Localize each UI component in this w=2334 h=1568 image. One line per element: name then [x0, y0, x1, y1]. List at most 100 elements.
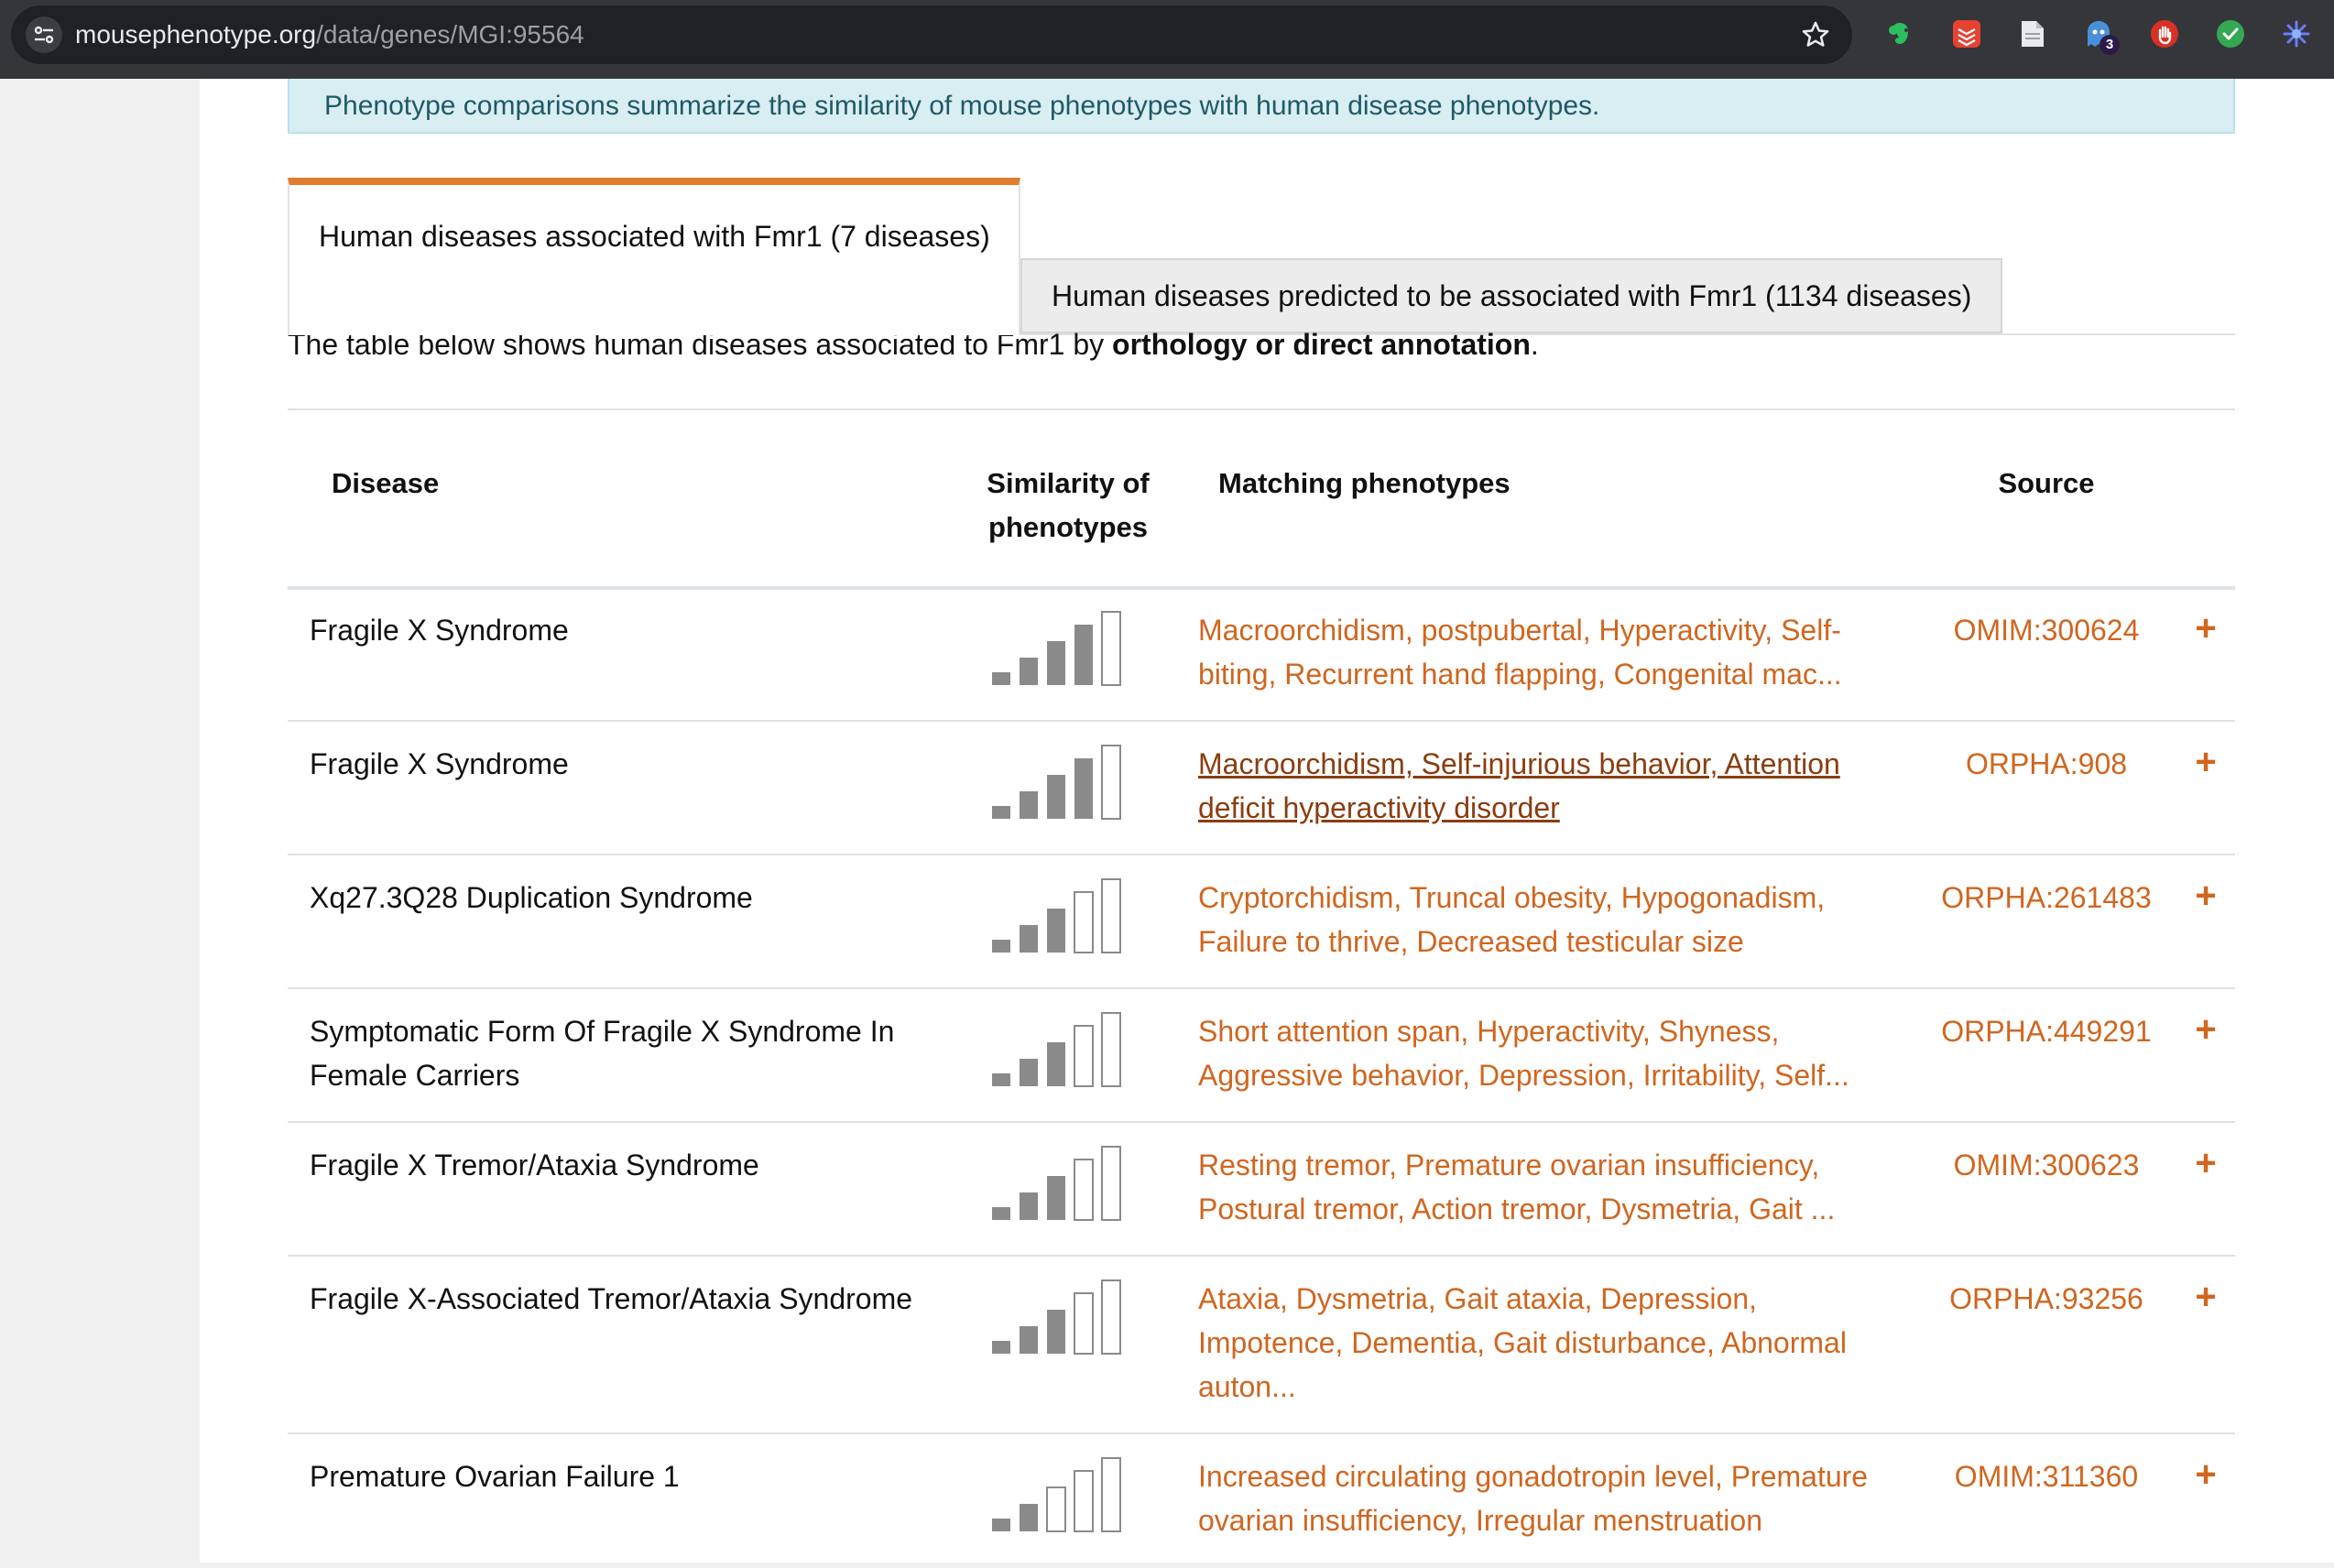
tab-predicted-diseases[interactable]: Human diseases predicted to be associate…	[1020, 258, 2002, 333]
similarity-bar	[992, 940, 1010, 953]
similarity-bar	[1047, 1042, 1065, 1086]
evernote-extension-icon[interactable]	[1885, 18, 1916, 49]
column-header-disease[interactable]: Disease	[332, 462, 439, 506]
disease-name: Fragile X Tremor/Ataxia Syndrome	[310, 1149, 759, 1181]
todoist-extension-icon[interactable]	[1951, 18, 1982, 49]
similarity-bar	[1074, 1025, 1094, 1087]
source-link[interactable]: ORPHA:261483	[1927, 876, 2165, 920]
tab-associated-diseases[interactable]: Human diseases associated with Fmr1 (7 d…	[288, 178, 1020, 335]
similarity-bar	[1020, 658, 1038, 685]
table-top-rule	[288, 408, 2235, 410]
table-row: Premature Ovarian Failure 1 Increased cir…	[288, 1434, 2235, 1568]
similarity-bar	[1020, 1504, 1038, 1531]
column-header-source[interactable]: Source	[1927, 462, 2165, 506]
check-extension-icon[interactable]	[2215, 18, 2246, 49]
similarity-bar	[1020, 791, 1038, 819]
matching-phenotypes-link[interactable]: Macroorchidism, postpubertal, Hyperactiv…	[1198, 608, 1894, 696]
similarity-bar	[1047, 641, 1065, 685]
disease-name: Xq27.3Q28 Duplication Syndrome	[310, 881, 753, 914]
similarity-bar	[1074, 1470, 1094, 1532]
expand-row-plus-icon[interactable]: +	[2189, 742, 2222, 782]
similarity-bar	[992, 672, 1010, 685]
expand-row-plus-icon[interactable]: +	[2189, 1277, 2222, 1317]
similarity-bar	[1074, 758, 1093, 819]
similarity-bar	[1101, 745, 1121, 820]
matching-phenotypes-link[interactable]: Macroorchidism, Self-injurious behavior,…	[1198, 742, 1894, 830]
disease-tabs: Human diseases associated with Fmr1 (7 d…	[288, 178, 2235, 335]
table-row: Xq27.3Q28 Duplication Syndrome Cryptorchi…	[288, 855, 2235, 989]
similarity-bar	[1020, 1326, 1038, 1354]
document-extension-icon[interactable]	[2017, 18, 2048, 49]
page-content: Phenotype comparisons summarize the simi…	[200, 79, 2334, 1563]
similarity-bar	[1074, 891, 1094, 953]
similarity-bar	[1020, 1192, 1038, 1220]
source-link[interactable]: ORPHA:908	[1927, 742, 2165, 786]
table-row: Symptomatic Form Of Fragile X Syndrome I…	[288, 989, 2235, 1123]
similarity-bars-icon	[989, 610, 1127, 687]
info-banner: Phenotype comparisons summarize the simi…	[288, 79, 2235, 134]
url-text[interactable]: mousephenotype.org/data/genes/MGI:95564	[75, 5, 584, 64]
expand-row-plus-icon[interactable]: +	[2189, 1009, 2222, 1050]
matching-phenotypes-link[interactable]: Increased circulating gonadotropin level…	[1198, 1454, 1894, 1542]
similarity-bar	[1101, 611, 1121, 686]
similarity-bar	[1047, 1176, 1065, 1220]
matching-phenotypes-link[interactable]: Resting tremor, Premature ovarian insuff…	[1198, 1143, 1894, 1231]
similarity-bar	[1074, 625, 1093, 685]
column-header-similarity[interactable]: Similarity of phenotypes	[958, 462, 1178, 550]
table-row: Fragile X Tremor/Ataxia Syndrome Resting …	[288, 1123, 2235, 1257]
expand-row-plus-icon[interactable]: +	[2189, 1143, 2222, 1183]
disease-name: Premature Ovarian Failure 1	[310, 1460, 680, 1493]
expand-row-plus-icon[interactable]: +	[2189, 608, 2222, 648]
similarity-bar	[1101, 1146, 1121, 1221]
similarity-bars-icon	[989, 1456, 1127, 1533]
similarity-bars-icon	[989, 744, 1127, 821]
matching-phenotypes-link[interactable]: Cryptorchidism, Truncal obesity, Hypogon…	[1198, 876, 1894, 964]
disease-name: Symptomatic Form Of Fragile X Syndrome I…	[310, 1015, 895, 1092]
address-bar[interactable]: mousephenotype.org/data/genes/MGI:95564	[11, 5, 1852, 64]
disease-name: Fragile X Syndrome	[310, 747, 569, 780]
bookmark-star-icon[interactable]	[1799, 18, 1832, 51]
similarity-bar	[992, 1341, 1010, 1354]
similarity-bars-icon	[989, 1279, 1127, 1356]
table-row: Fragile X-Associated Tremor/Ataxia Syndr…	[288, 1257, 2235, 1434]
similarity-bars-icon	[989, 877, 1127, 954]
disease-name: Fragile X Syndrome	[310, 614, 569, 647]
similarity-bar	[1047, 909, 1065, 953]
source-link[interactable]: OMIM:300624	[1927, 608, 2165, 652]
source-link[interactable]: OMIM:300623	[1927, 1143, 2165, 1187]
similarity-bars-icon	[989, 1145, 1127, 1222]
similarity-bar	[1046, 1486, 1066, 1532]
expand-row-plus-icon[interactable]: +	[2189, 876, 2222, 916]
similarity-bar	[1074, 1292, 1094, 1355]
similarity-bar	[1074, 1159, 1094, 1221]
browser-toolbar: mousephenotype.org/data/genes/MGI:95564	[0, 0, 2334, 79]
similarity-bar	[1101, 1279, 1121, 1355]
matching-phenotypes-link[interactable]: Ataxia, Dysmetria, Gait ataxia, Depressi…	[1198, 1277, 1894, 1409]
disease-name: Fragile X-Associated Tremor/Ataxia Syndr…	[310, 1282, 913, 1315]
source-link[interactable]: ORPHA:449291	[1927, 1009, 2165, 1053]
similarity-bar	[1047, 775, 1065, 819]
similarity-bar	[1020, 1059, 1038, 1086]
similarity-bar	[1047, 1310, 1065, 1354]
source-link[interactable]: OMIM:311360	[1927, 1454, 2165, 1498]
similarity-bar	[992, 806, 1010, 819]
source-link[interactable]: ORPHA:93256	[1927, 1277, 2165, 1321]
extension-badge: 3	[2100, 35, 2120, 55]
similarity-bar	[1101, 878, 1121, 953]
similarity-bar	[1101, 1457, 1121, 1532]
hand-stop-extension-icon[interactable]	[2149, 18, 2180, 49]
similarity-bar	[1020, 925, 1038, 953]
similarity-bar	[1101, 1012, 1121, 1087]
matching-phenotypes-link[interactable]: Short attention span, Hyperactivity, Shy…	[1198, 1009, 1894, 1097]
similarity-bar	[992, 1073, 1010, 1086]
table-row: Fragile X Syndrome Macroorchidism, postpu…	[288, 588, 2235, 722]
table-row: Fragile X Syndrome Macroorchidism, Self-i…	[288, 722, 2235, 855]
expand-row-plus-icon[interactable]: +	[2189, 1454, 2222, 1495]
column-header-matching-phenotypes[interactable]: Matching phenotypes	[1218, 462, 1511, 506]
ghost-extension-icon[interactable]: 3	[2083, 18, 2120, 55]
similarity-bar	[992, 1519, 1010, 1531]
similarity-bar	[992, 1207, 1010, 1220]
sparkle-extension-icon[interactable]	[2281, 18, 2312, 49]
similarity-bars-icon	[989, 1011, 1127, 1088]
site-info-icon[interactable]	[26, 16, 62, 53]
